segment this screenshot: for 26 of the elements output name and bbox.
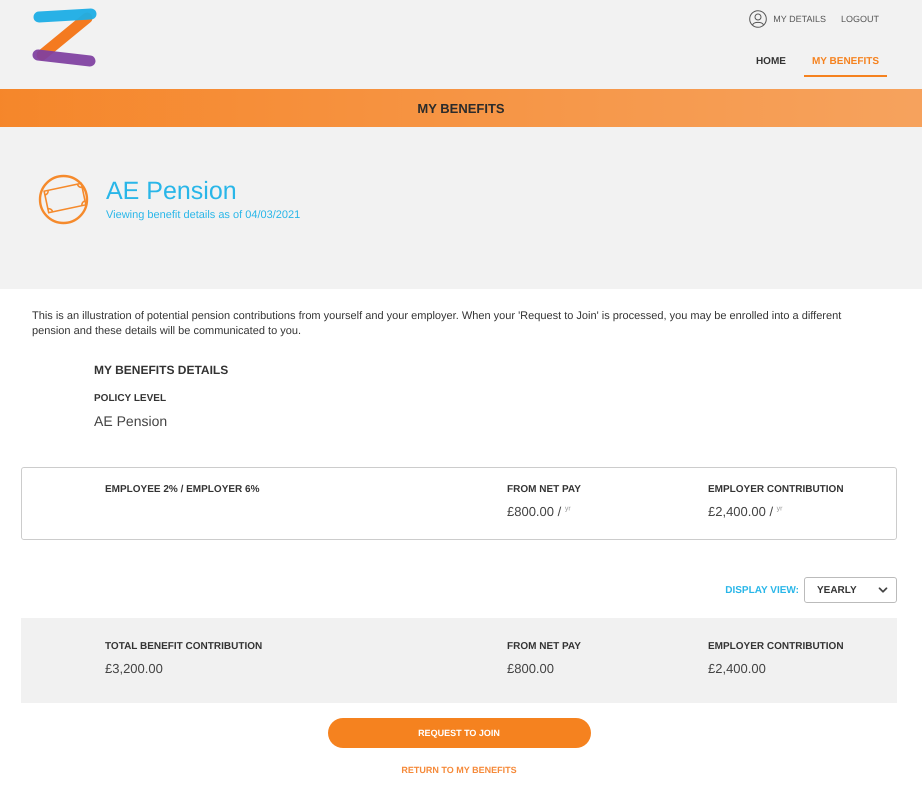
total-value: £3,200.00 bbox=[105, 661, 163, 676]
column-label: FROM NET PAY bbox=[507, 484, 581, 495]
user-icon bbox=[749, 10, 768, 28]
benefit-subtitle: Viewing benefit details as of 04/03/2021 bbox=[106, 209, 300, 221]
header-link[interactable]: LOGOUT bbox=[840, 14, 879, 24]
total-label: TOTAL BENEFIT CONTRIBUTION bbox=[105, 641, 262, 652]
nav-tab[interactable]: HOME bbox=[748, 48, 794, 77]
column-label: EMPLOYER CONTRIBUTION bbox=[708, 484, 844, 495]
field-label: POLICY LEVEL bbox=[94, 393, 166, 404]
benefit-title: AE Pension bbox=[106, 176, 237, 206]
logo-icon[interactable] bbox=[32, 6, 99, 69]
banknote-icon bbox=[38, 174, 89, 225]
total-value: £800.00 bbox=[507, 661, 554, 676]
display-view-label: DISPLAY VIEW: bbox=[725, 584, 799, 596]
card-title: EMPLOYEE 2% / EMPLOYER 6% bbox=[105, 484, 260, 495]
intro-text: This is an illustration of potential pension contributions from yourself and your employer. When your 'Request to Join' is processed, you may be enrolled into a different pension and these details will be communicated to you. bbox=[32, 309, 842, 339]
display-view-select[interactable]: YEARLY bbox=[804, 577, 897, 603]
banner-title: MY BENEFITS bbox=[417, 100, 505, 116]
my-details-link[interactable]: MY DETAILS bbox=[749, 10, 826, 28]
field-value: AE Pension bbox=[94, 413, 168, 429]
total-label: EMPLOYER CONTRIBUTION bbox=[708, 641, 844, 652]
details-heading: MY BENEFITS DETAILS bbox=[94, 363, 228, 377]
total-label: FROM NET PAY bbox=[507, 641, 581, 652]
total-value: £2,400.00 bbox=[708, 661, 766, 676]
column-value: £800.00 / $^{yr}$ bbox=[507, 504, 571, 519]
column-value: £2,400.00 / $^{yr}$ bbox=[708, 504, 783, 519]
